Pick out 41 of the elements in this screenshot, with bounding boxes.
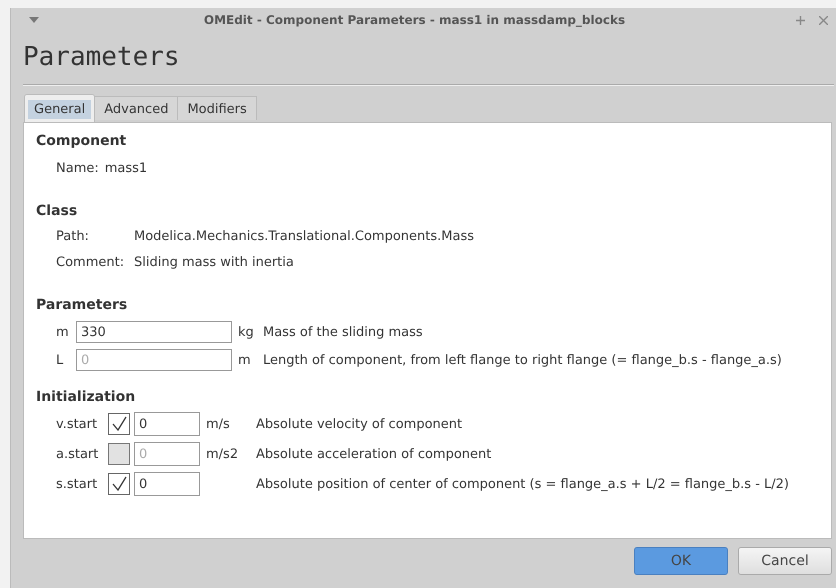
input-field[interactable]: 0 [134, 412, 200, 436]
cancel-button[interactable]: Cancel [738, 547, 832, 575]
unit-label: kg [238, 324, 255, 340]
section-title: Initialization [36, 389, 136, 407]
field-value: Modelica.Mechanics.Translational.Components.Mass [134, 229, 474, 246]
section-title: Class [36, 203, 78, 221]
tab[interactable]: Advanced [94, 96, 178, 120]
input-field[interactable]: 0 [134, 472, 200, 496]
parameter-name: L [56, 352, 64, 368]
input-field[interactable]: 0 [134, 442, 200, 466]
close-icon[interactable] [819, 16, 828, 24]
field-value: Sliding mass with inertia [134, 255, 294, 272]
field-label: Path: [56, 229, 90, 246]
section-title: Component [36, 133, 128, 151]
unit-label: m [238, 352, 252, 368]
section-title: Parameters [36, 297, 128, 315]
unit-label: m/s [206, 416, 230, 432]
input-field[interactable]: 330 [76, 321, 232, 343]
field-label: Comment: [56, 255, 126, 272]
parameter-name: m [56, 324, 70, 340]
parameter-description: Absolute velocity of component [256, 416, 462, 432]
parameter-name: s.start [56, 476, 98, 492]
parameter-description: Absolute position of center of component (s = flange_a.s + L/2 = flange_b.s - L/2) [256, 476, 789, 492]
parameter-description: Mass of the sliding mass [263, 324, 423, 340]
maximize-icon[interactable] [796, 16, 805, 24]
parameter-description: Length of component, from left flange to right flange (= flange_b.s - flange_a.s) [263, 352, 782, 368]
name-label: Name: [56, 161, 99, 178]
unit-label: m/s2 [206, 446, 238, 462]
tab[interactable]: General [24, 94, 96, 122]
parameter-description: Absolute acceleration of component [256, 446, 492, 462]
window-title: OMEdit - Component Parameters - mass1 in massdamp_blocks [202, 13, 626, 27]
tab[interactable]: Modifiers [177, 96, 257, 120]
checkbox[interactable] [108, 413, 130, 435]
checkbox[interactable] [108, 443, 130, 465]
name-value: mass1 [104, 161, 148, 178]
checkbox[interactable] [108, 473, 130, 495]
parameter-name: a.start [56, 446, 100, 462]
dialog-heading: Parameters [22, 41, 181, 74]
menu-icon[interactable] [29, 17, 39, 23]
parameter-name: v.start [56, 416, 98, 432]
input-field[interactable]: 0 [76, 349, 232, 371]
